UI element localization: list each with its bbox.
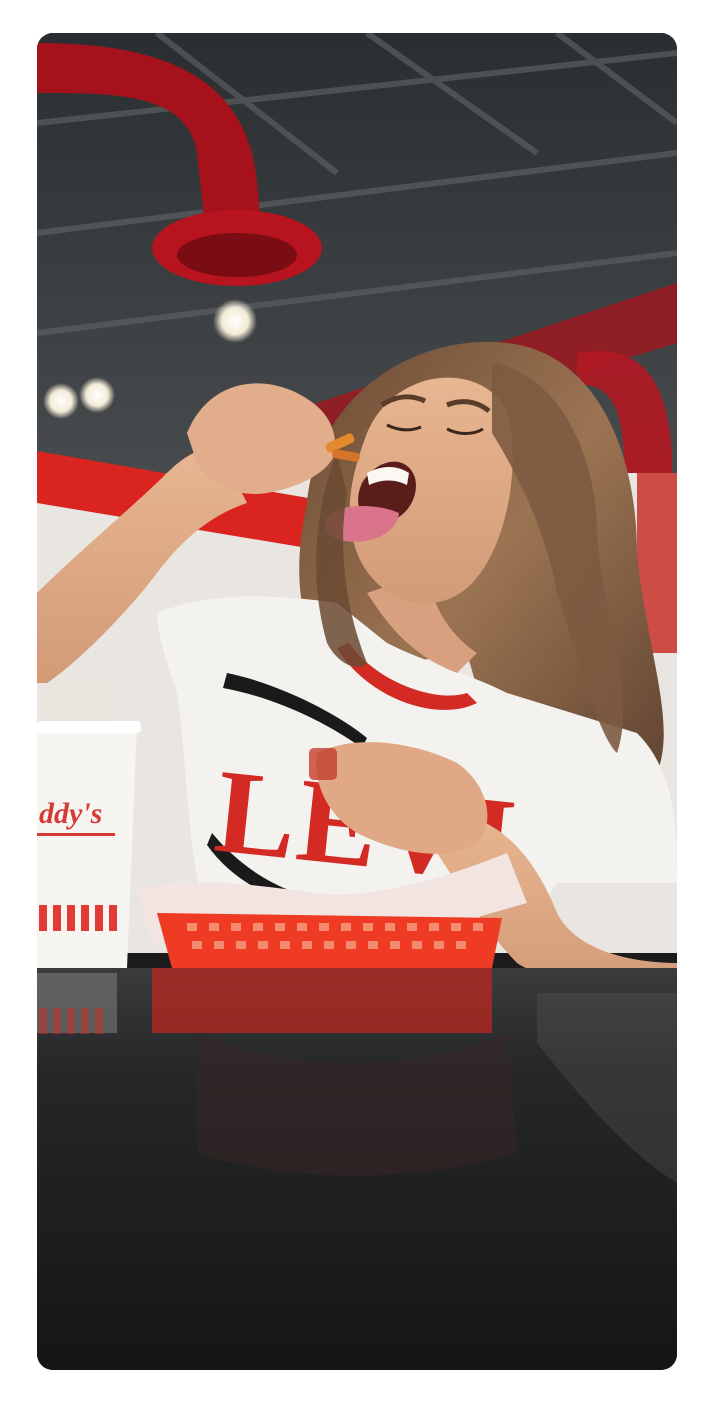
photo-card: LEVI ddy — [37, 33, 677, 1370]
ceiling-light — [43, 383, 79, 419]
cup-logo: ddy's — [39, 797, 102, 830]
basket-reflection — [152, 968, 492, 1033]
ceiling-light — [213, 299, 257, 343]
food-basket — [157, 913, 502, 968]
ceiling-light — [79, 377, 115, 413]
sauce-cup — [309, 748, 337, 780]
diner-photo: LEVI ddy — [37, 33, 677, 1370]
